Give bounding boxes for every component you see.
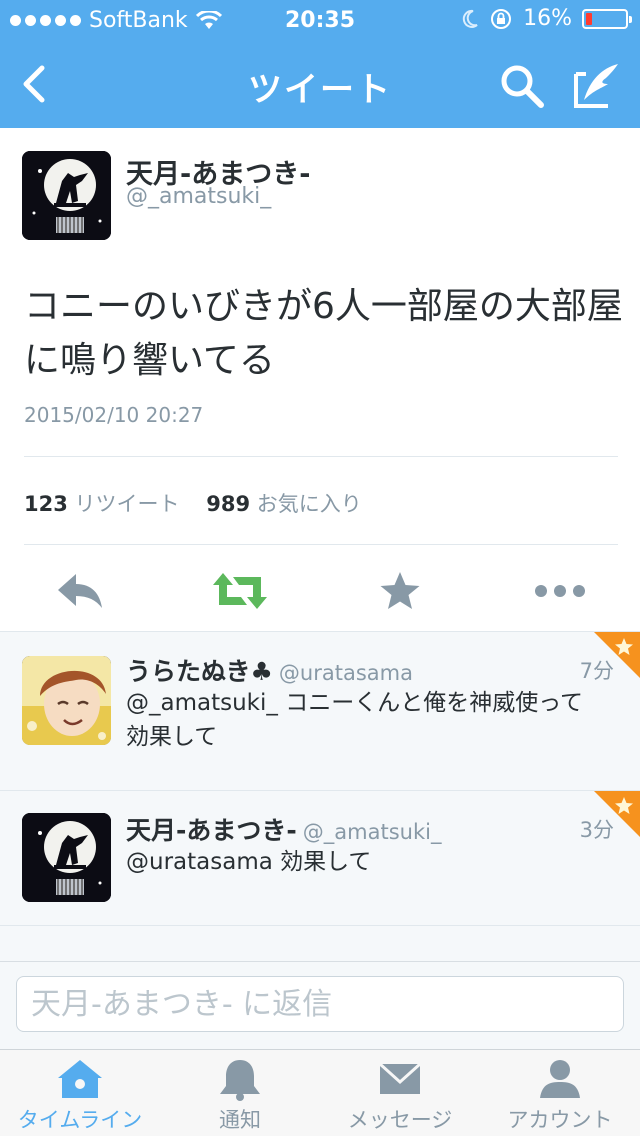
rotation-lock-icon [491, 8, 512, 29]
reply-button[interactable] [50, 566, 110, 616]
reply-composer [0, 961, 640, 1049]
tab-label: 通知 [219, 1108, 261, 1132]
tab-account[interactable]: アカウント [480, 1050, 640, 1136]
tweet-stats: 123 リツイート 989 お気に入り [24, 488, 362, 518]
tab-label: メッセージ [347, 1108, 453, 1132]
tab-messages[interactable]: メッセージ [320, 1050, 480, 1136]
reply-author-name[interactable]: 天月-あまつき- [126, 816, 297, 845]
bell-icon [220, 1060, 260, 1101]
reply-avatar[interactable] [22, 813, 111, 902]
retweet-label[interactable]: リツイート [75, 492, 180, 516]
divider [24, 544, 618, 545]
favorite-star-icon [380, 572, 420, 609]
retweet-count[interactable]: 123 [24, 492, 68, 516]
top-bar: SoftBank 20:35 16% ツイート [0, 0, 640, 128]
person-icon [540, 1060, 580, 1098]
battery-percent: 16% [523, 6, 572, 31]
reply-author-handle[interactable]: @_amatsuki_ [303, 820, 442, 844]
battery-icon [582, 8, 632, 29]
search-icon[interactable] [498, 62, 546, 110]
avatar-image [22, 813, 111, 902]
tab-label: アカウント [507, 1108, 613, 1132]
reply-text: @_amatsuki_ コニーくんと俺を神威使って効果して [126, 690, 584, 750]
replies-list: うらたぬき♣ @uratasama 7分 @_amatsuki_ コニーくんと俺を… [0, 631, 640, 961]
more-icon [535, 585, 585, 597]
tab-label: タイムライン [17, 1108, 143, 1132]
moon-icon [462, 9, 478, 28]
reply-author-name[interactable]: うらたぬき♣ [126, 657, 273, 686]
favorite-button[interactable] [370, 566, 430, 616]
retweet-icon [213, 573, 267, 609]
favorite-count[interactable]: 989 [206, 492, 250, 516]
tweet-timestamp: 2015/02/10 20:27 [24, 403, 204, 427]
tab-timeline[interactable]: タイムライン [0, 1050, 160, 1136]
favorited-corner-icon [594, 791, 640, 837]
author-handle[interactable]: @_amatsuki_ [126, 184, 271, 209]
reply-author-handle[interactable]: @uratasama [279, 661, 413, 685]
reply-input[interactable] [16, 976, 624, 1032]
favorite-label[interactable]: お気に入り [257, 492, 362, 516]
reply-icon [58, 574, 102, 608]
avatar-image [22, 151, 111, 240]
list-item[interactable]: 天月-あまつき- @_amatsuki_ 3分 @uratasama 効果して [0, 791, 640, 926]
nav-bar: ツイート [0, 40, 640, 128]
list-item[interactable]: うらたぬき♣ @uratasama 7分 @_amatsuki_ コニーくんと俺を… [0, 632, 640, 791]
favorited-corner-icon [594, 632, 640, 678]
tweet-action-bar [0, 560, 640, 630]
tab-bar: タイムライン 通知 メッセージ アカウント [0, 1049, 640, 1136]
status-bar: SoftBank 20:35 16% [0, 0, 640, 40]
home-icon [58, 1060, 102, 1098]
more-button[interactable] [530, 566, 590, 616]
retweet-button[interactable] [210, 566, 270, 616]
compose-icon[interactable] [572, 60, 622, 110]
divider [24, 456, 618, 457]
avatar-image [22, 656, 111, 745]
tab-notifications[interactable]: 通知 [160, 1050, 320, 1136]
reply-avatar[interactable] [22, 656, 111, 745]
author-avatar[interactable] [22, 151, 111, 240]
envelope-icon [378, 1062, 422, 1094]
reply-text: @uratasama 効果して [126, 849, 372, 875]
tweet-text: コニーのいびきが6人一部屋の大部屋に鳴り響いてる [24, 286, 623, 381]
